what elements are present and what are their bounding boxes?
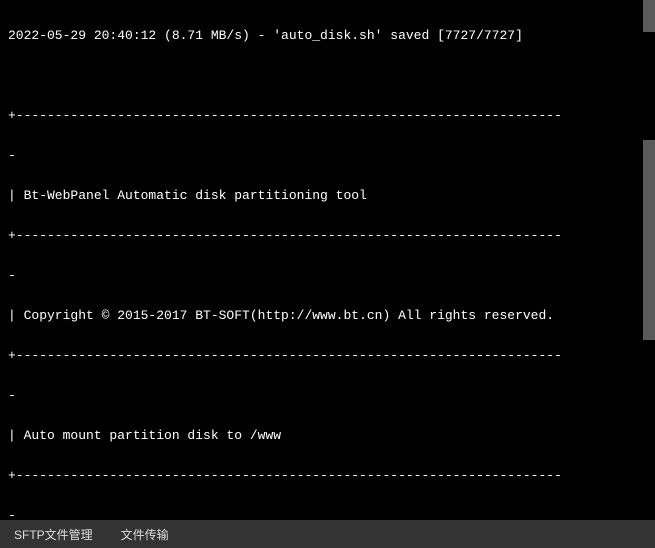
output-line: +---------------------------------------… [8,466,647,486]
bottom-tab-bar: SFTP文件管理 文件传输 [0,520,655,548]
terminal-window: { "terminal": { "saved_line": "2022-05-2… [0,0,655,548]
output-line: - [8,266,647,286]
output-line: - [8,146,647,166]
output-line: | Auto mount partition disk to /www [8,426,647,446]
output-line: | Bt-WebPanel Automatic disk partitionin… [8,186,647,206]
output-line: +---------------------------------------… [8,106,647,126]
output-line: +---------------------------------------… [8,346,647,366]
terminal-output[interactable]: 2022-05-29 20:40:12 (8.71 MB/s) - 'auto_… [0,0,655,520]
scrollbar-thumb-top[interactable] [643,0,655,32]
output-line: 2022-05-29 20:40:12 (8.71 MB/s) - 'auto_… [8,26,647,46]
tab-sftp-file-manager[interactable]: SFTP文件管理 [0,520,107,548]
output-line: | Copyright © 2015-2017 BT-SOFT(http://w… [8,306,647,326]
scrollbar-thumb[interactable] [643,140,655,340]
output-line: - [8,386,647,406]
tab-file-transfer[interactable]: 文件传输 [107,520,183,548]
output-line: - [8,506,647,520]
output-line: +---------------------------------------… [8,226,647,246]
